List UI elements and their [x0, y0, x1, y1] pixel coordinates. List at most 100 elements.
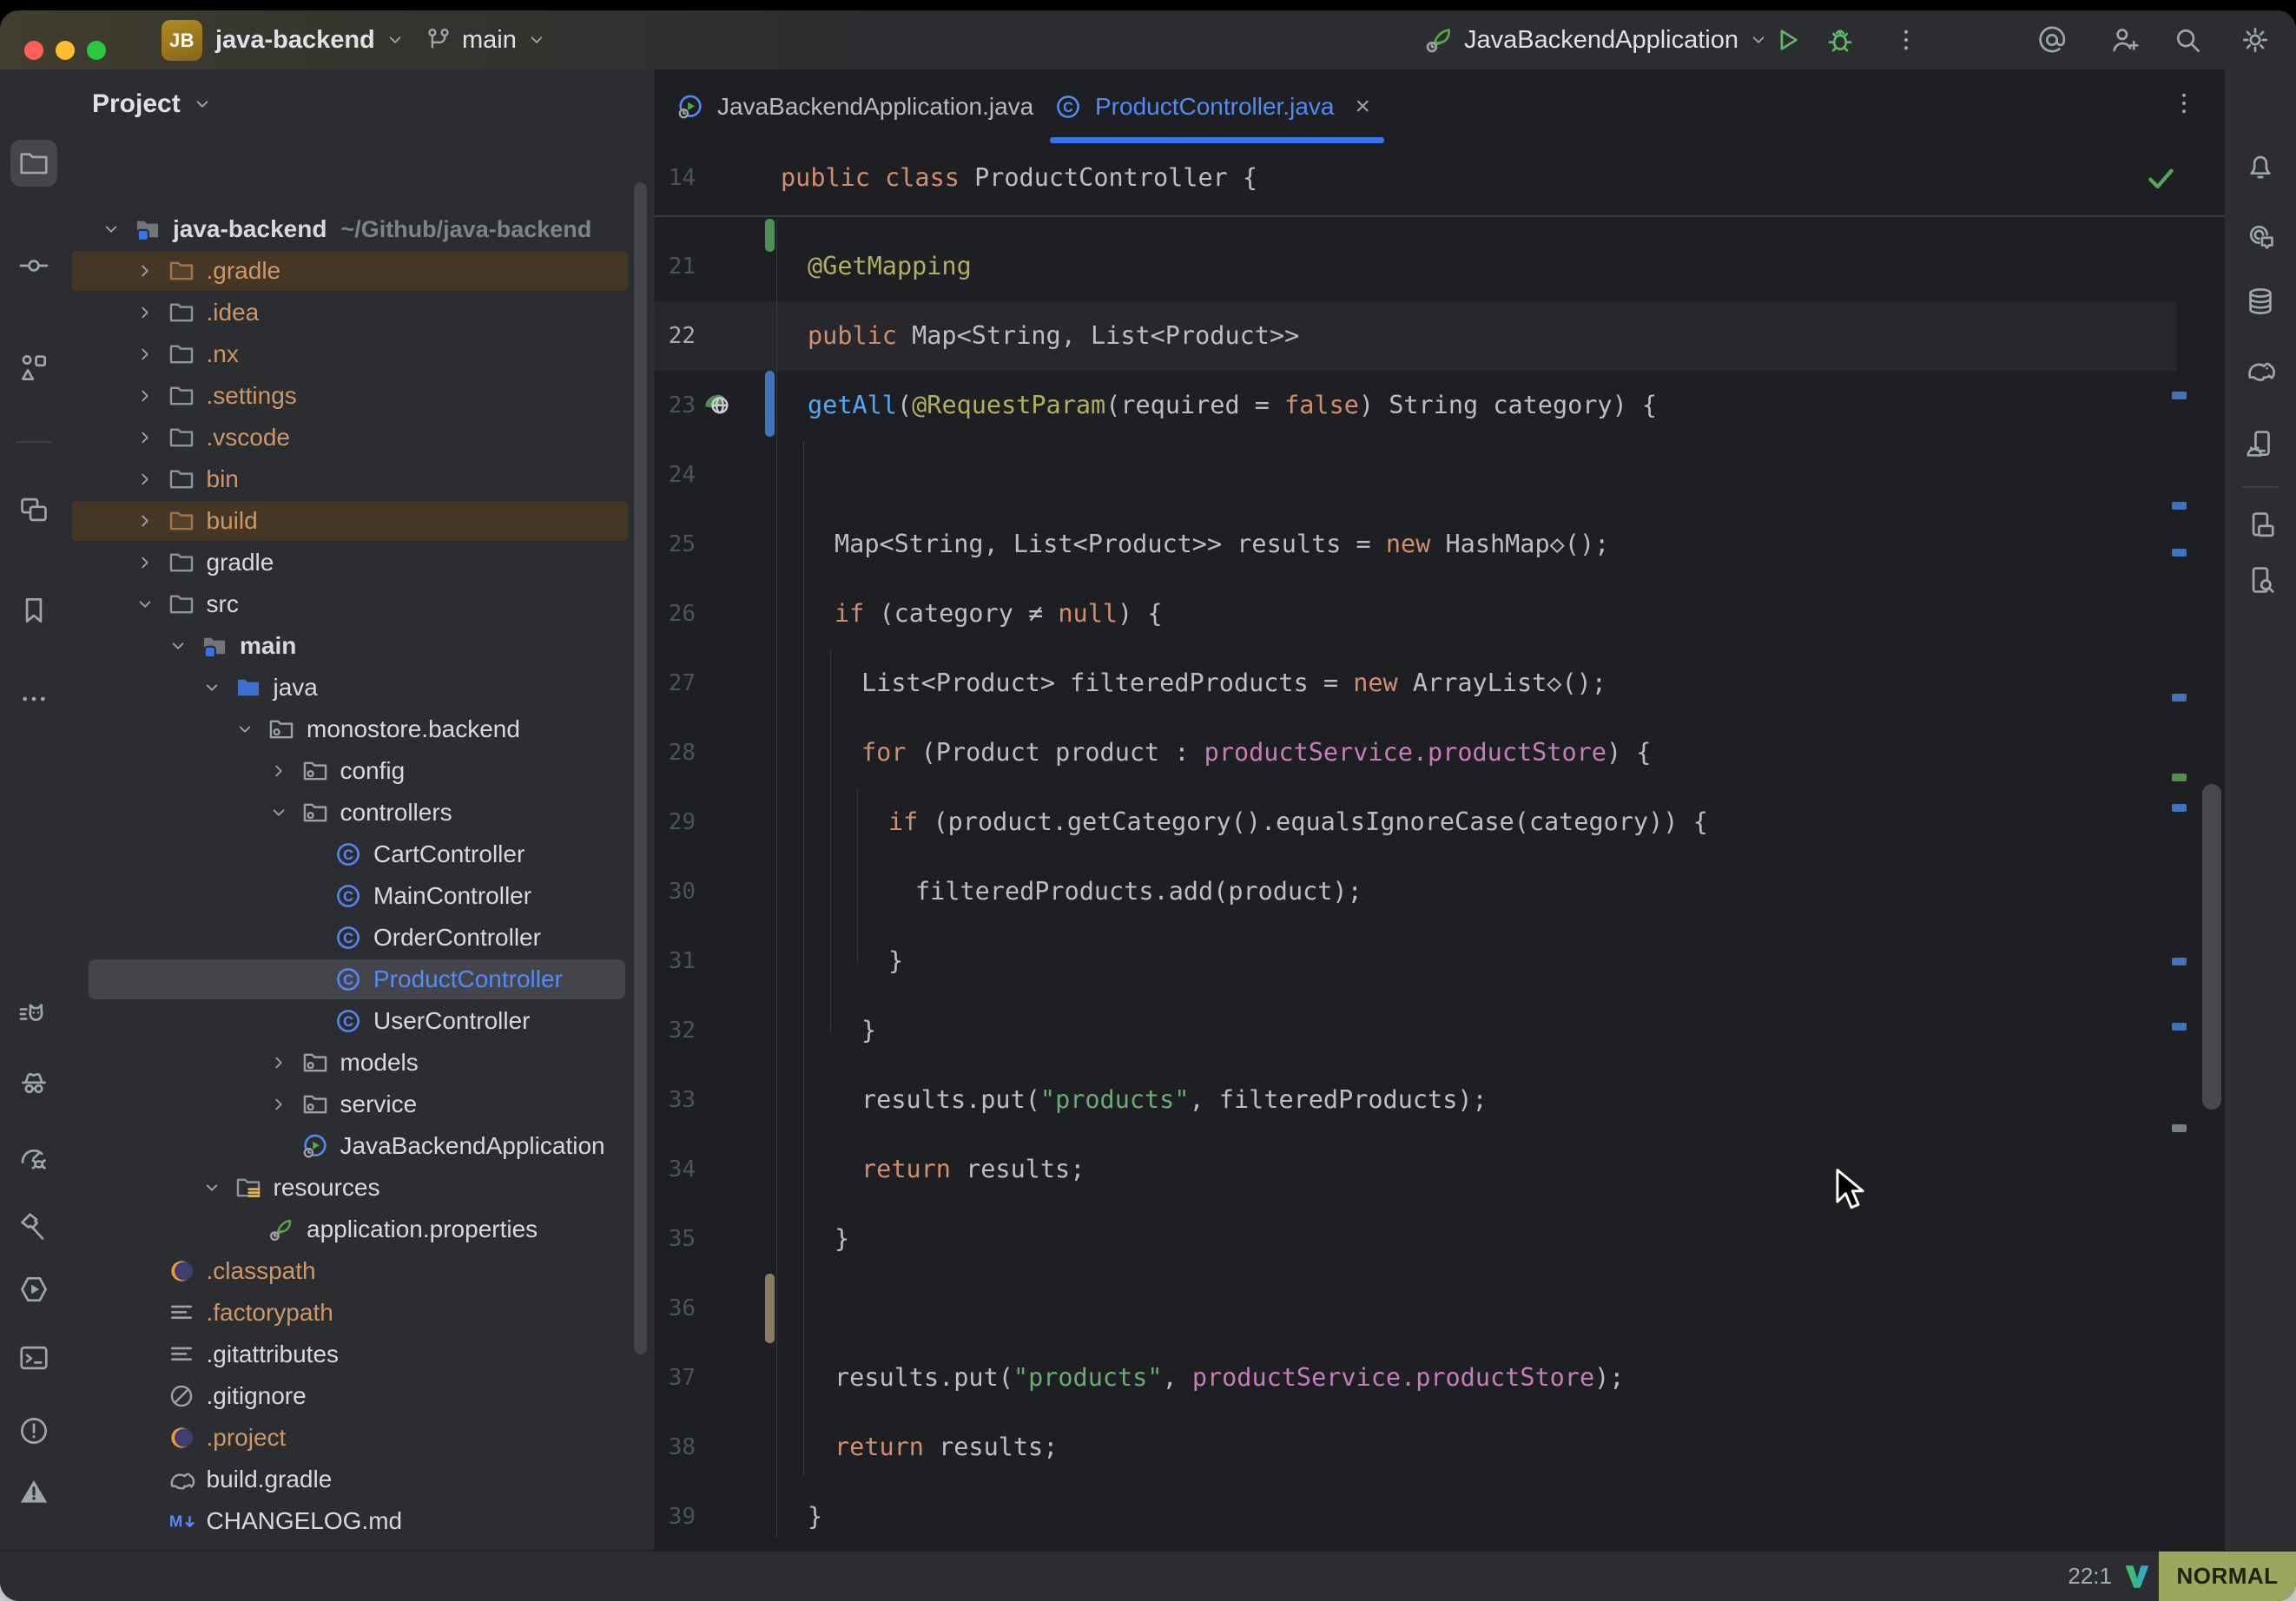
- device-manager-icon[interactable]: [2237, 502, 2284, 549]
- error-stripe-mark[interactable]: [2172, 774, 2187, 781]
- project-folder-icon[interactable]: [10, 140, 57, 187]
- tree-item-java[interactable]: java: [68, 667, 654, 708]
- chevron-right-icon[interactable]: [267, 1042, 290, 1084]
- chevron-down-icon[interactable]: [201, 1167, 223, 1209]
- error-stripe-mark[interactable]: [2172, 502, 2187, 510]
- chevron-down-icon[interactable]: [167, 625, 189, 667]
- tree-item-gradle[interactable]: gradle: [68, 542, 654, 583]
- tree-item-service[interactable]: service: [68, 1084, 654, 1125]
- running-devices-icon[interactable]: [2237, 420, 2284, 467]
- project-selector[interactable]: java-backend: [215, 10, 406, 69]
- terminal-icon[interactable]: [10, 1334, 57, 1381]
- tree-scrollbar[interactable]: [634, 182, 647, 1354]
- chevron-down-icon[interactable]: [234, 708, 256, 750]
- services-hexagon-icon[interactable]: [10, 1266, 57, 1313]
- tab-productcontroller-java[interactable]: CProductController.java×: [1045, 69, 1405, 143]
- editor-scrollbar[interactable]: [2202, 784, 2221, 1110]
- tree-item-application-properties[interactable]: application.properties: [68, 1209, 654, 1250]
- minimize-window-button[interactable]: [56, 41, 75, 60]
- tree-item-usercontroller[interactable]: CUserController: [68, 1000, 654, 1042]
- chevron-right-icon[interactable]: [134, 417, 156, 458]
- tree-item-bin[interactable]: bin: [68, 458, 654, 500]
- tree-item--gradle[interactable]: .gradle: [68, 250, 654, 292]
- inspections-ok-check-icon[interactable]: [2143, 161, 2178, 195]
- editor-area[interactable]: JavaBackendApplication.javaCProductContr…: [654, 69, 2225, 1552]
- error-stripe-mark[interactable]: [2172, 958, 2187, 965]
- chevron-right-icon[interactable]: [134, 500, 156, 542]
- chevron-right-icon[interactable]: [134, 542, 156, 583]
- incognito-icon[interactable]: [10, 1060, 57, 1107]
- tree-item-build-gradle[interactable]: build.gradle: [68, 1459, 654, 1500]
- tree-item--factorypath[interactable]: .factorypath: [68, 1292, 654, 1334]
- tree-item-productcontroller[interactable]: CProductController: [68, 959, 654, 1000]
- error-stripe-mark[interactable]: [2172, 694, 2187, 702]
- ai-assistant-icon[interactable]: [2237, 213, 2284, 260]
- code-surface[interactable]: 21@GetMapping22public Map<String, List<P…: [654, 215, 2225, 1552]
- chevron-right-icon[interactable]: [134, 250, 156, 292]
- debug-button[interactable]: [1824, 10, 1857, 69]
- tree-item-config[interactable]: config: [68, 750, 654, 792]
- settings-button[interactable]: [2239, 10, 2272, 69]
- device-explorer-icon[interactable]: [2237, 557, 2284, 603]
- tree-item-javabackendapplication[interactable]: JavaBackendApplication: [68, 1125, 654, 1167]
- logcat-cat-icon[interactable]: [10, 991, 57, 1038]
- tree-item--gitattributes[interactable]: .gitattributes: [68, 1334, 654, 1375]
- tree-item-maincontroller[interactable]: CMainController: [68, 875, 654, 917]
- tree-item--vscode[interactable]: .vscode: [68, 417, 654, 458]
- tree-item-changelog-md[interactable]: MCHANGELOG.md: [68, 1500, 654, 1542]
- more-icon[interactable]: [10, 675, 57, 722]
- chevron-right-icon[interactable]: [267, 750, 290, 792]
- chevron-down-icon[interactable]: [201, 667, 223, 708]
- build-hammer-icon[interactable]: [10, 1203, 57, 1250]
- chevron-right-icon[interactable]: [267, 1084, 290, 1125]
- warning-icon[interactable]: [10, 1468, 57, 1515]
- chevron-down-icon[interactable]: [100, 208, 122, 250]
- tree-item-main[interactable]: main: [68, 625, 654, 667]
- tab-javabackendapplication-java[interactable]: JavaBackendApplication.java: [667, 69, 1049, 143]
- tree-item--project[interactable]: .project: [68, 1417, 654, 1459]
- branch-selector[interactable]: main: [424, 10, 548, 69]
- chevron-right-icon[interactable]: [134, 292, 156, 333]
- tree-item-build[interactable]: build: [68, 500, 654, 542]
- editor-options-kebab-icon[interactable]: [2169, 89, 2199, 118]
- tree-item-monostore-backend[interactable]: monostore.backend: [68, 708, 654, 750]
- close-window-button[interactable]: [24, 41, 43, 60]
- tree-item-java-backend[interactable]: java-backend~/Github/java-backend: [68, 208, 654, 250]
- bookmarks-icon[interactable]: [10, 587, 57, 634]
- more-actions-button[interactable]: [1891, 10, 1921, 69]
- tree-item-src[interactable]: src: [68, 583, 654, 625]
- chevron-down-icon[interactable]: [134, 583, 156, 625]
- project-panel-header[interactable]: Project: [92, 85, 214, 123]
- problems-icon[interactable]: [10, 1407, 57, 1454]
- error-stripe-mark[interactable]: [2172, 392, 2187, 399]
- run-button[interactable]: [1771, 10, 1804, 69]
- error-stripe-mark[interactable]: [2172, 804, 2187, 812]
- commit-icon[interactable]: [10, 242, 57, 289]
- error-stripe-mark[interactable]: [2172, 1124, 2187, 1132]
- tree-item--settings[interactable]: .settings: [68, 375, 654, 417]
- error-stripe-mark[interactable]: [2172, 1023, 2187, 1031]
- tree-item--gitignore[interactable]: .gitignore: [68, 1375, 654, 1417]
- tree-item-cartcontroller[interactable]: CCartController: [68, 833, 654, 875]
- windows-icon[interactable]: [10, 486, 57, 533]
- notifications-bell-icon[interactable]: [2237, 142, 2284, 189]
- run-configuration-selector[interactable]: JavaBackendApplication: [1422, 10, 1770, 69]
- zoom-window-button[interactable]: [87, 41, 106, 60]
- error-stripe-mark[interactable]: [2172, 549, 2187, 557]
- tree-item-controllers[interactable]: controllers: [68, 792, 654, 833]
- chevron-right-icon[interactable]: [134, 333, 156, 375]
- tree-item--classpath[interactable]: .classpath: [68, 1250, 654, 1292]
- ai-assistant-button[interactable]: [2035, 10, 2068, 69]
- structure-icon[interactable]: [10, 345, 57, 392]
- chevron-right-icon[interactable]: [134, 458, 156, 500]
- tree-item--nx[interactable]: .nx: [68, 333, 654, 375]
- tree-item--idea[interactable]: .idea: [68, 292, 654, 333]
- tree-item-ordercontroller[interactable]: COrderController: [68, 917, 654, 959]
- code-with-me-button[interactable]: [2108, 10, 2141, 69]
- chevron-down-icon[interactable]: [267, 792, 290, 833]
- tree-item-resources[interactable]: resources: [68, 1167, 654, 1209]
- search-everywhere-button[interactable]: [2171, 10, 2204, 69]
- close-tab-icon[interactable]: ×: [1355, 92, 1370, 122]
- tree-item-models[interactable]: models: [68, 1042, 654, 1084]
- profiler-gauge-icon[interactable]: [10, 1134, 57, 1181]
